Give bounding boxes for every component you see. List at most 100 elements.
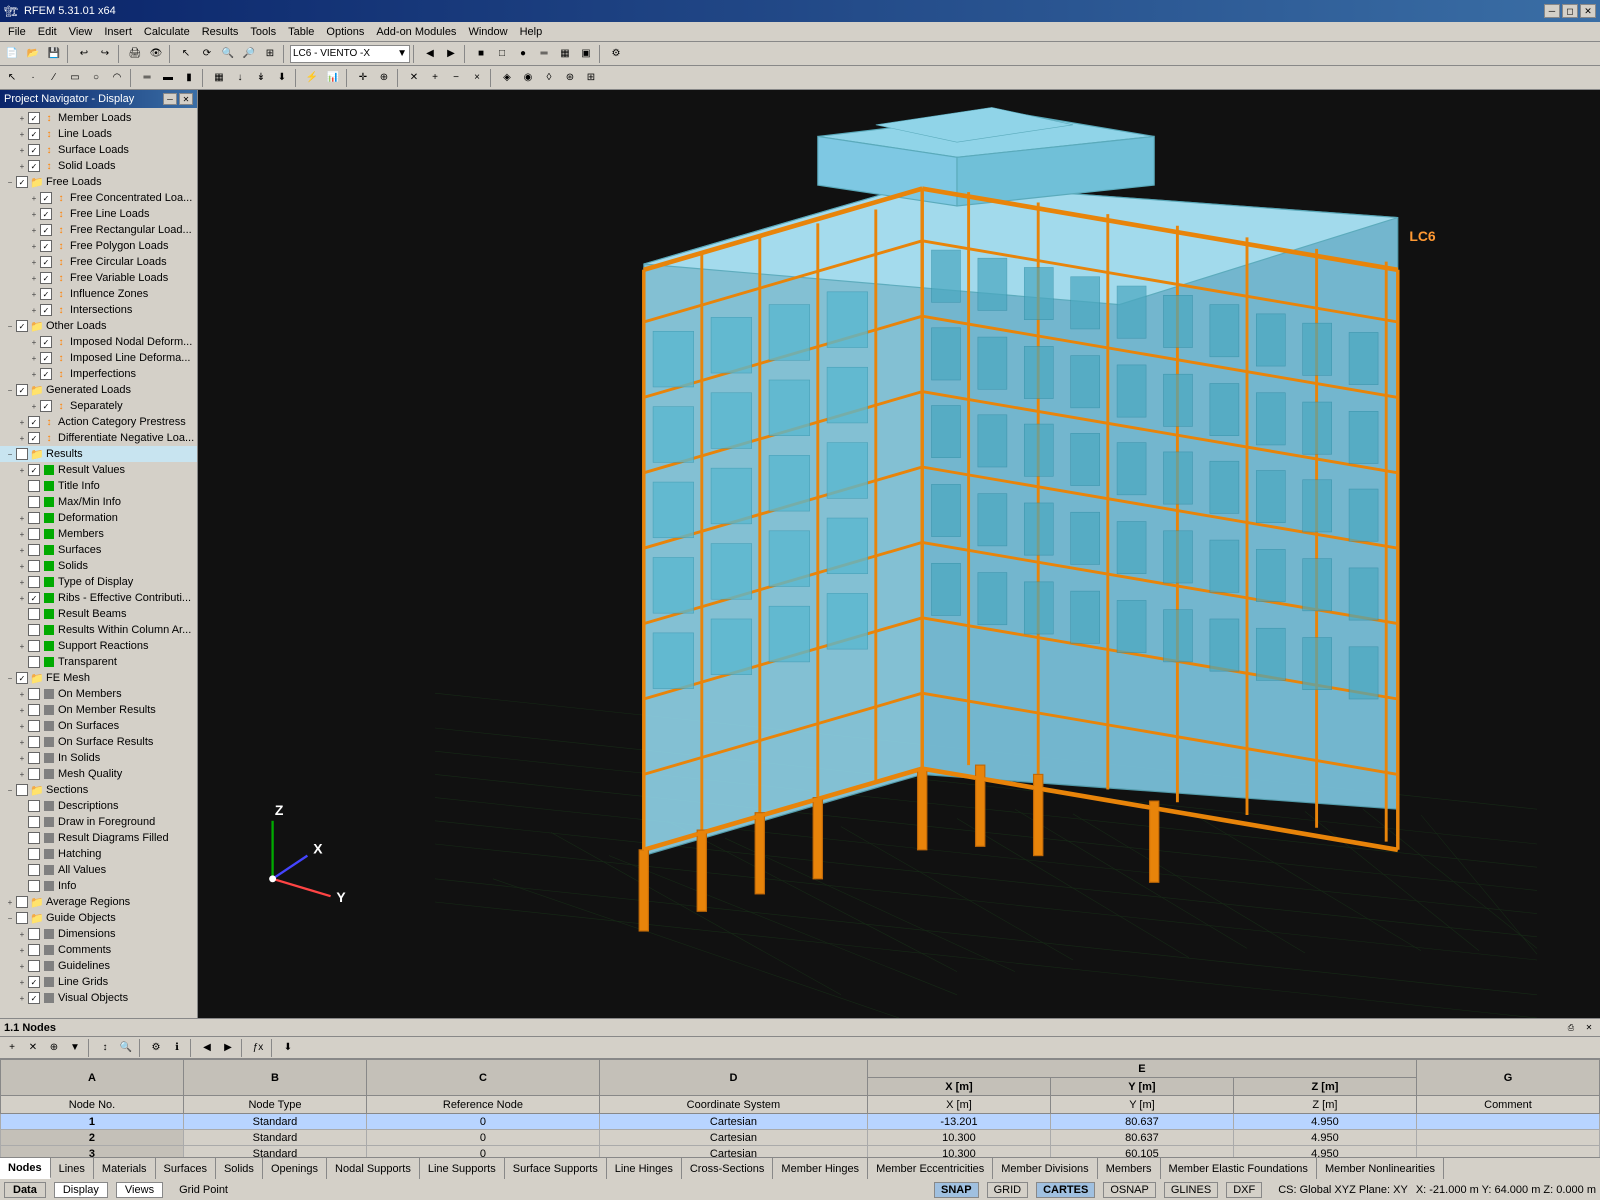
tree-item-type-display[interactable]: + Type of Display [0, 574, 197, 590]
check-members[interactable] [28, 528, 40, 540]
tree-item-on-surface-results[interactable]: + On Surface Results [0, 734, 197, 750]
check-maxmin[interactable] [28, 496, 40, 508]
snap-btn-dxf[interactable]: DXF [1226, 1182, 1262, 1198]
tree-item-draw-fg[interactable]: Draw in Foreground [0, 814, 197, 830]
tb2-extra5[interactable]: ⊞ [581, 68, 601, 88]
menu-help[interactable]: Help [514, 25, 549, 39]
tb-node-new[interactable]: + [2, 1038, 22, 1058]
check-title-info[interactable] [28, 480, 40, 492]
tree-item-imposed-line[interactable]: + ✓ ↕ Imposed Line Deforma... [0, 350, 197, 366]
tb-line[interactable]: ═ [534, 44, 554, 64]
tab-nodal-supports[interactable]: Nodal Supports [327, 1158, 420, 1179]
snap-btn-cartes[interactable]: CARTES [1036, 1182, 1095, 1198]
tb-surface[interactable]: ▦ [555, 44, 575, 64]
tb2-circle[interactable]: ○ [86, 68, 106, 88]
tree-item-comments[interactable]: + Comments [0, 942, 197, 958]
close-button[interactable]: ✕ [1580, 4, 1596, 18]
tb-zoom-all[interactable]: ⊞ [260, 44, 280, 64]
restore-button[interactable]: ◻ [1562, 4, 1578, 18]
menu-table[interactable]: Table [282, 25, 320, 39]
tb-node-func[interactable]: ƒx [248, 1038, 268, 1058]
tb2-calc[interactable]: ⚡ [302, 68, 322, 88]
check-draw-fg[interactable] [28, 816, 40, 828]
tree-item-hatching[interactable]: Hatching [0, 846, 197, 862]
tree-item-imperfections[interactable]: + ✓ ↕ Imperfections [0, 366, 197, 382]
check-guide-objects[interactable] [16, 912, 28, 924]
check-imposed-line[interactable]: ✓ [40, 352, 52, 364]
check-action-cat[interactable]: ✓ [28, 416, 40, 428]
tb2-load3[interactable]: ⬇ [272, 68, 292, 88]
tb-node-copy[interactable]: ⊕ [44, 1038, 64, 1058]
check-avg-regions[interactable] [16, 896, 28, 908]
snap-btn-osnap[interactable]: OSNAP [1103, 1182, 1156, 1198]
tree-item-guide-objects[interactable]: − 📁 Guide Objects [0, 910, 197, 926]
tree-item-result-values[interactable]: + ✓ Result Values [0, 462, 197, 478]
tab-member-nonlinear[interactable]: Member Nonlinearities [1317, 1158, 1444, 1179]
tb2-more2[interactable]: − [446, 68, 466, 88]
tb2-load1[interactable]: ↓ [230, 68, 250, 88]
tb2-snap2[interactable]: ⊕ [374, 68, 394, 88]
check-line-loads[interactable]: ✓ [28, 128, 40, 140]
tree-item-dimensions[interactable]: + Dimensions [0, 926, 197, 942]
tb-solid[interactable]: ▣ [576, 44, 596, 64]
tab-member-elastic[interactable]: Member Elastic Foundations [1161, 1158, 1317, 1179]
loadcase-dropdown[interactable]: LC6 - VIENTO -X ▼ [290, 45, 410, 63]
tb-open[interactable]: 📂 [23, 44, 43, 64]
tb-node-settings[interactable]: ⚙ [146, 1038, 166, 1058]
check-free-line[interactable]: ✓ [40, 208, 52, 220]
check-support-reactions[interactable] [28, 640, 40, 652]
snap-btn-snap[interactable]: SNAP [934, 1182, 979, 1198]
tree-item-avg-regions[interactable]: + 📁 Average Regions [0, 894, 197, 910]
tb-node[interactable]: ● [513, 44, 533, 64]
tb2-beam[interactable]: ▬ [158, 68, 178, 88]
data-table-container[interactable]: A B C D E G X [m] Y [m] Z [m] Node No. [0, 1059, 1600, 1157]
tb-settings[interactable]: ⚙ [606, 44, 626, 64]
check-imperfections[interactable]: ✓ [40, 368, 52, 380]
tree-item-influence[interactable]: + ✓ ↕ Influence Zones [0, 286, 197, 302]
tab-member-hinges[interactable]: Member Hinges [773, 1158, 868, 1179]
tree-item-in-solids[interactable]: + In Solids [0, 750, 197, 766]
tree-item-solids[interactable]: + Solids [0, 558, 197, 574]
menu-options[interactable]: Options [320, 25, 370, 39]
tree-item-members[interactable]: + Members [0, 526, 197, 542]
tb-node-search[interactable]: 🔍 [116, 1038, 136, 1058]
tb2-rect[interactable]: ▭ [65, 68, 85, 88]
check-fe-mesh[interactable]: ✓ [16, 672, 28, 684]
tb-print[interactable]: 🖨 [125, 44, 145, 64]
tb-node-delete[interactable]: ✕ [23, 1038, 43, 1058]
tb-node-next[interactable]: ▶ [218, 1038, 238, 1058]
tb2-member[interactable]: ═ [137, 68, 157, 88]
check-free-conc[interactable]: ✓ [40, 192, 52, 204]
check-diff-neg[interactable]: ✓ [28, 432, 40, 444]
tb-redo[interactable]: ↪ [95, 44, 115, 64]
tb-node-filter[interactable]: ▼ [65, 1038, 85, 1058]
tree-item-result-beams[interactable]: Result Beams [0, 606, 197, 622]
minimize-button[interactable]: ─ [1544, 4, 1560, 18]
tb2-arc[interactable]: ◠ [107, 68, 127, 88]
tb2-extra3[interactable]: ◊ [539, 68, 559, 88]
check-on-surfaces[interactable] [28, 720, 40, 732]
tree-item-surfaces[interactable]: + Surfaces [0, 542, 197, 558]
menu-results[interactable]: Results [196, 25, 245, 39]
tree-item-deformation[interactable]: + Deformation [0, 510, 197, 526]
tree-item-free-line[interactable]: + ✓ ↕ Free Line Loads [0, 206, 197, 222]
check-free-loads[interactable]: ✓ [16, 176, 28, 188]
tb-rotate[interactable]: ⟳ [197, 44, 217, 64]
tb2-more3[interactable]: × [467, 68, 487, 88]
tab-surface-supports[interactable]: Surface Supports [505, 1158, 607, 1179]
tree-item-intersections[interactable]: + ✓ ↕ Intersections [0, 302, 197, 318]
tb2-results[interactable]: 📊 [323, 68, 343, 88]
check-free-rect[interactable]: ✓ [40, 224, 52, 236]
tree-item-visual-objects[interactable]: + ✓ Visual Objects [0, 990, 197, 1006]
menu-calculate[interactable]: Calculate [138, 25, 196, 39]
tb2-extra4[interactable]: ⊛ [560, 68, 580, 88]
tree-item-transparent[interactable]: Transparent [0, 654, 197, 670]
check-guidelines[interactable] [28, 960, 40, 972]
check-transparent[interactable] [28, 656, 40, 668]
tab-line-supports[interactable]: Line Supports [420, 1158, 505, 1179]
check-results-within[interactable] [28, 624, 40, 636]
tree-item-free-rect[interactable]: + ✓ ↕ Free Rectangular Load... [0, 222, 197, 238]
tb-next-lc[interactable]: ▶ [441, 44, 461, 64]
status-tab-display[interactable]: Display [54, 1182, 108, 1198]
tb-wireframe[interactable]: □ [492, 44, 512, 64]
